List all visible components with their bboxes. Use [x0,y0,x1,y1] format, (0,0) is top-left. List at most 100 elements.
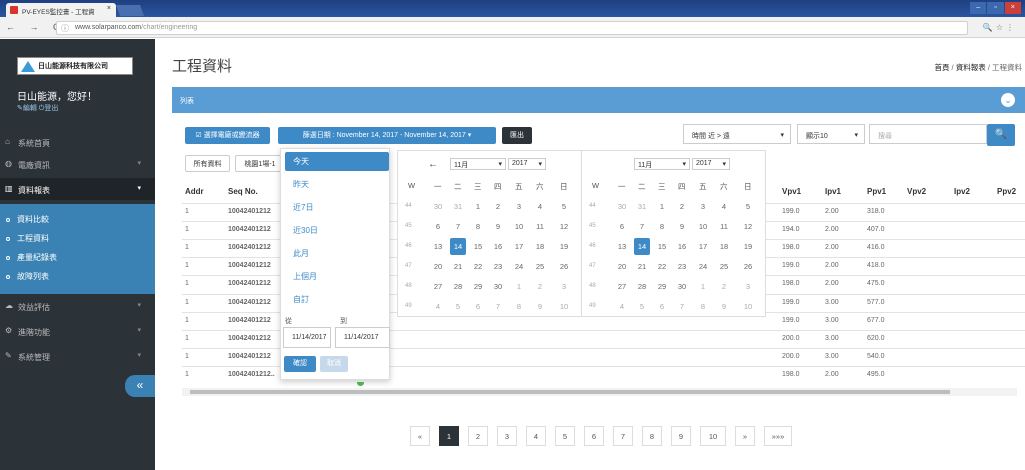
calendar-day[interactable]: 25 [532,258,548,275]
calendar-day[interactable]: 25 [716,258,732,275]
sidebar-item-plant-info[interactable]: ◍ 電廠資訊 ▾ [0,153,155,175]
calendar-day[interactable]: 15 [654,238,670,255]
browser-tab[interactable]: PV-EYES監控畫 - 工程資 × [6,3,116,17]
calendar-day[interactable]: 21 [450,258,466,275]
calendar-day[interactable]: 10 [556,298,572,315]
calendar-day[interactable]: 29 [654,278,670,295]
pagination-last[interactable]: »»» [764,426,792,446]
date-to-input[interactable]: 11/14/2017 [335,327,390,348]
column-header[interactable]: Ppv2 [997,187,1016,196]
calendar-day[interactable]: 17 [695,238,711,255]
date-range-button[interactable]: 篩選日期 : November 14, 2017 - November 14, … [278,127,496,144]
calendar-day[interactable]: 31 [450,198,466,215]
calendar-day[interactable]: 30 [430,198,446,215]
calendar-day[interactable]: 24 [511,258,527,275]
export-button[interactable]: 匯出 [502,127,532,144]
calendar-day[interactable]: 13 [614,238,630,255]
info-icon[interactable]: ⓘ [61,23,69,34]
calendar-day[interactable]: 30 [614,198,630,215]
calendar-day[interactable]: 8 [695,298,711,315]
calendar-day[interactable]: 6 [614,218,630,235]
breadcrumb-reports[interactable]: 資料報表 [956,63,986,72]
calendar-day[interactable]: 6 [654,298,670,315]
calendar-day[interactable]: 14 [450,238,466,255]
pagination-page[interactable]: 10 [700,426,726,446]
pagination-page[interactable]: 2 [468,426,488,446]
year-select[interactable]: 2017 ▾ [692,158,730,170]
month-select[interactable]: 11月 ▾ [634,158,690,170]
calendar-day[interactable]: 20 [430,258,446,275]
calendar-day[interactable]: 16 [674,238,690,255]
range-option-3[interactable]: 近30日 [285,221,389,240]
calendar-day[interactable]: 27 [614,278,630,295]
calendar-day[interactable]: 3 [695,198,711,215]
company-logo[interactable]: 日山能源科技有限公司 [17,57,133,75]
calendar-day[interactable]: 9 [674,218,690,235]
close-tab-icon[interactable]: × [107,5,111,12]
calendar-day[interactable]: 10 [740,298,756,315]
calendar-day[interactable]: 3 [511,198,527,215]
calendar-day[interactable]: 22 [470,258,486,275]
calendar-day[interactable]: 13 [430,238,446,255]
range-option-2[interactable]: 近7日 [285,198,389,217]
pagination-prev[interactable]: « [410,426,430,446]
calendar-day[interactable]: 23 [490,258,506,275]
maximize-icon[interactable]: ▫ [987,2,1004,14]
calendar-day[interactable]: 2 [532,278,548,295]
submenu-item-faults[interactable]: 故障列表 [6,271,49,282]
pagination-page[interactable]: 6 [584,426,604,446]
submenu-item-compare[interactable]: 資料比較 [6,214,49,225]
calendar-day[interactable]: 1 [470,198,486,215]
calendar-day[interactable]: 6 [470,298,486,315]
close-window-icon[interactable]: × [1004,2,1021,14]
calendar-day[interactable]: 9 [716,298,732,315]
scrollbar-thumb[interactable] [190,390,950,394]
range-option-6[interactable]: 自訂 [285,290,389,309]
calendar-day[interactable]: 7 [450,218,466,235]
column-header[interactable]: Vpv2 [907,187,926,196]
calendar-day[interactable]: 30 [674,278,690,295]
calendar-day[interactable]: 2 [674,198,690,215]
year-select[interactable]: 2017 ▾ [508,158,546,170]
calendar-day[interactable]: 4 [614,298,630,315]
calendar-day[interactable]: 3 [740,278,756,295]
calendar-day[interactable]: 21 [634,258,650,275]
calendar-day[interactable]: 8 [511,298,527,315]
calendar-day[interactable]: 10 [511,218,527,235]
date-from-input[interactable]: 11/14/2017 [283,327,331,348]
collapse-panel-icon[interactable]: ⌄ [1001,93,1015,107]
calendar-day[interactable]: 2 [490,198,506,215]
calendar-day[interactable]: 7 [634,218,650,235]
calendar-day[interactable]: 30 [490,278,506,295]
calendar-day[interactable]: 11 [532,218,548,235]
sidebar-item-benefit[interactable]: ☁ 效益評估 ▾ [0,295,155,317]
page-size-select[interactable]: 顯示10 ▾ [797,124,865,144]
calendar-day[interactable]: 8 [654,218,670,235]
calendar-day[interactable]: 12 [740,218,756,235]
month-select[interactable]: 11月 ▾ [450,158,506,170]
calendar-day[interactable]: 6 [430,218,446,235]
column-header[interactable]: Ipv2 [954,187,970,196]
all-data-button[interactable]: 所有資料 [185,155,230,172]
calendar-day[interactable]: 11 [716,218,732,235]
column-header[interactable]: Ipv1 [825,187,841,196]
calendar-day[interactable]: 17 [511,238,527,255]
calendar-day[interactable]: 9 [532,298,548,315]
cancel-button[interactable]: 取消 [320,356,348,372]
pagination-page[interactable]: 5 [555,426,575,446]
minimize-icon[interactable]: – [970,2,987,14]
calendar-day[interactable]: 14 [634,238,650,255]
url-input[interactable]: ⓘ www.solarpanco.com/chart/engineering [56,21,968,35]
calendar-day[interactable]: 7 [674,298,690,315]
calendar-day[interactable]: 9 [490,218,506,235]
sidebar-item-advanced[interactable]: ⚙ 進階功能 ▾ [0,320,155,342]
submenu-item-engineering[interactable]: 工程資料 [6,233,49,244]
calendar-day[interactable]: 19 [556,238,572,255]
pagination-page[interactable]: 1 [439,426,459,446]
prev-month-icon[interactable]: ← [428,159,438,170]
calendar-day[interactable]: 4 [716,198,732,215]
range-option-4[interactable]: 此月 [285,244,389,263]
range-option-1[interactable]: 昨天 [285,175,389,194]
column-header[interactable]: Ppv1 [867,187,886,196]
pagination-next[interactable]: » [735,426,755,446]
